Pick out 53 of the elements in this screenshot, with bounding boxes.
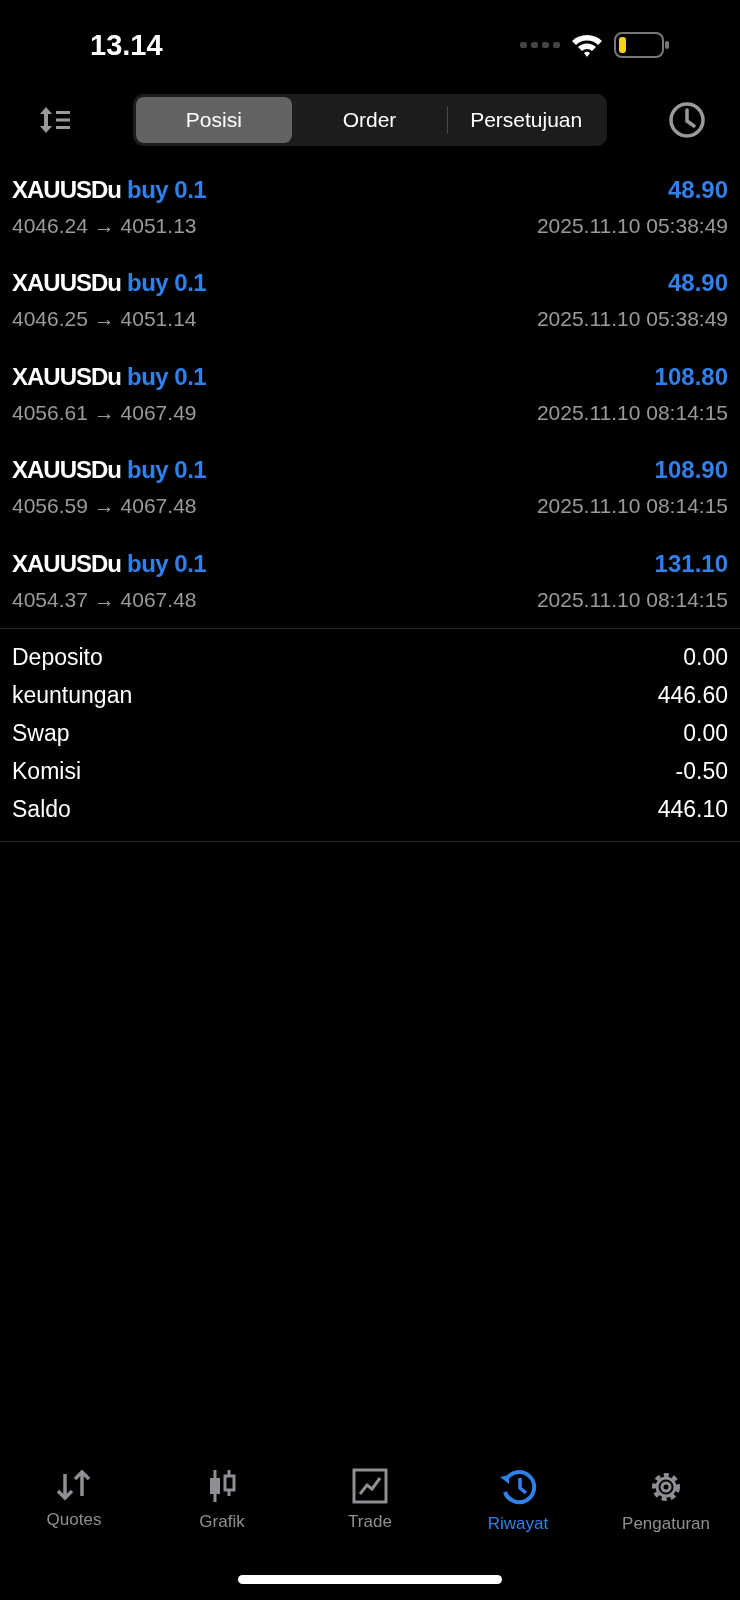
deal-time: 2025.11.10 05:38:49 — [536, 213, 728, 238]
deal-time: 2025.11.10 08:14:15 — [536, 587, 728, 612]
deal-time: 2025.11.10 08:14:15 — [536, 494, 728, 519]
summary-value: 446.60 — [657, 682, 728, 709]
tab[interactable]: Posisi — [136, 97, 292, 143]
summary-value: 446.10 — [657, 796, 728, 823]
symbol-label: XAUUSDu — [12, 362, 121, 390]
signal-dots-icon — [520, 41, 560, 49]
tab[interactable]: Persetujuan — [448, 97, 604, 143]
order-side-label: buy 0.1 — [127, 456, 207, 484]
nav-tab[interactable]: Pengaturan — [592, 1468, 740, 1558]
profit-value: 48.90 — [667, 175, 728, 204]
battery-icon — [614, 32, 670, 58]
price-range: 4046.24 → 4051.13 — [12, 213, 197, 238]
profit-value: 108.90 — [654, 456, 728, 485]
sort-icon[interactable] — [38, 106, 72, 134]
tab[interactable]: Order — [291, 97, 448, 143]
price-range: 4046.25 → 4051.14 — [12, 307, 197, 332]
deal-time: 2025.11.10 08:14:15 — [536, 400, 728, 425]
status-time: 13.14 — [90, 28, 163, 62]
order-side-label: buy 0.1 — [127, 549, 207, 577]
history-icon — [498, 1468, 538, 1506]
profit-value: 108.80 — [654, 362, 728, 391]
price-range: 4056.59 → 4067.48 — [12, 494, 197, 519]
symbol-label: XAUUSDu — [12, 175, 121, 203]
chart-icon — [352, 1468, 388, 1504]
symbol-label: XAUUSDu — [12, 549, 121, 577]
summary-label: Swap — [12, 720, 70, 747]
summary-label: Deposito — [12, 644, 103, 671]
nav-tab[interactable]: Quotes — [0, 1468, 148, 1558]
arrows-icon — [55, 1468, 93, 1502]
order-side-label: buy 0.1 — [127, 269, 207, 297]
deal-time: 2025.11.10 05:38:49 — [536, 307, 728, 332]
candlestick-icon — [207, 1468, 237, 1504]
summary-label: keuntungan — [12, 682, 133, 709]
symbol-label: XAUUSDu — [12, 269, 121, 297]
profit-value: 48.90 — [667, 269, 728, 298]
nav-tab[interactable]: Riwayat — [444, 1468, 592, 1558]
symbol-label: XAUUSDu — [12, 456, 121, 484]
price-range: 4054.37 → 4067.48 — [12, 587, 197, 612]
order-side-label: buy 0.1 — [127, 362, 207, 390]
clock-icon[interactable] — [668, 101, 706, 139]
summary-label: Saldo — [12, 796, 71, 823]
nav-tab[interactable]: Grafik — [148, 1468, 296, 1558]
wifi-icon — [570, 32, 604, 58]
summary-value: -0.50 — [675, 758, 728, 785]
profit-value: 131.10 — [654, 549, 728, 578]
order-side-label: buy 0.1 — [127, 175, 207, 203]
summary-value: 0.00 — [683, 720, 728, 747]
summary-value: 0.00 — [683, 644, 728, 671]
summary-label: Komisi — [12, 758, 81, 785]
nav-tab[interactable]: Trade — [296, 1468, 444, 1558]
price-range: 4056.61 → 4067.49 — [12, 400, 197, 425]
